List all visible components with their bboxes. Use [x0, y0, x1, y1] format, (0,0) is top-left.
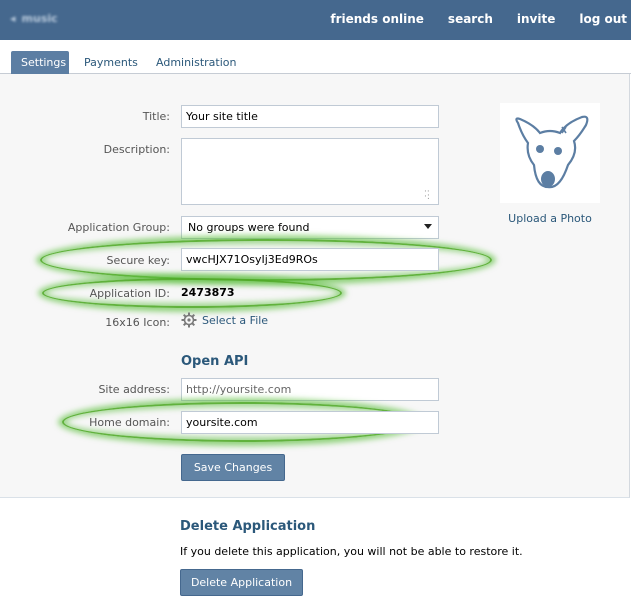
nav-search[interactable]: search: [448, 12, 493, 26]
delete-warning-text: If you delete this application, you will…: [180, 545, 523, 558]
title-input[interactable]: Your site title: [181, 105, 439, 128]
title-label: Title:: [142, 110, 170, 123]
application-id-value: 2473873: [181, 286, 235, 299]
tab-payments[interactable]: Payments: [74, 51, 148, 74]
group-select[interactable]: No groups were found: [181, 216, 439, 239]
delete-application-button[interactable]: Delete Application: [180, 569, 303, 596]
home-domain-label: Home domain:: [89, 416, 170, 429]
back-link[interactable]: ◂ music: [10, 12, 58, 25]
description-textarea[interactable]: [181, 138, 439, 205]
resize-handle-icon[interactable]: ·· ·:: [424, 188, 430, 202]
home-domain-input[interactable]: yoursite.com: [181, 411, 439, 434]
delete-application-heading: Delete Application: [180, 519, 316, 534]
tab-settings[interactable]: Settings: [11, 51, 69, 74]
chevron-down-icon: [424, 224, 432, 229]
description-label: Description:: [103, 143, 170, 156]
application-id-label: Application ID:: [89, 287, 170, 300]
nav-invite[interactable]: invite: [517, 12, 555, 26]
dog-placeholder-icon: [515, 115, 589, 189]
back-arrow-icon: ◂: [10, 12, 16, 25]
tab-administration[interactable]: Administration: [146, 51, 247, 74]
nav-friends-online[interactable]: friends online: [330, 12, 424, 26]
site-address-input[interactable]: http://yoursite.com: [181, 378, 439, 401]
select-file-label: Select a File: [202, 313, 269, 327]
upload-photo-link[interactable]: Upload a Photo: [500, 212, 600, 225]
tab-bar: Settings Payments Administration: [0, 40, 631, 74]
top-nav: friends online search invite log out: [306, 12, 627, 26]
top-bar: ◂ music friends online search invite log …: [0, 0, 631, 40]
select-file-link[interactable]: Select a File: [181, 312, 268, 328]
save-changes-button[interactable]: Save Changes: [181, 454, 285, 481]
back-link-label: music: [21, 12, 58, 25]
open-api-heading: Open API: [181, 354, 249, 369]
gear-icon: [181, 312, 197, 328]
app-photo: [500, 103, 600, 203]
site-address-label: Site address:: [98, 383, 170, 396]
secure-key-input[interactable]: vwcHJX71OsyIj3Ed9ROs: [181, 248, 439, 271]
nav-log-out[interactable]: log out: [579, 12, 627, 26]
group-select-value: No groups were found: [188, 221, 310, 234]
icon-label: 16x16 Icon:: [105, 316, 170, 329]
secure-key-label: Secure key:: [106, 254, 170, 267]
group-label: Application Group:: [67, 221, 170, 234]
delete-application-section: Delete Application If you delete this ap…: [0, 498, 631, 613]
